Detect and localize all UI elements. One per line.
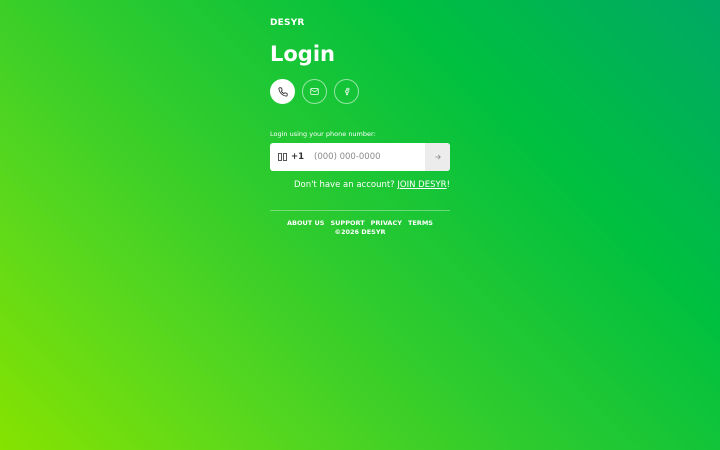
country-code[interactable]: +1 [291,152,304,162]
submit-button[interactable] [425,143,450,171]
phone-field: +1 [270,143,450,171]
mail-icon [310,88,319,95]
signup-suffix: ! [446,180,450,190]
footer-link-about[interactable]: ABOUT US [287,219,324,227]
footer-divider [270,210,450,211]
facebook-icon [344,87,349,96]
signup-prompt: Don't have an account? JOIN DESYR! [294,180,450,190]
copyright: ©2026 DESYR [334,228,386,236]
footer-link-privacy[interactable]: PRIVACY [371,219,402,227]
signup-text: Don't have an account? [293,180,398,190]
phone-login-button[interactable] [270,79,295,104]
arrow-right-icon [434,154,441,160]
login-method-switcher [270,79,359,104]
footer-link-support[interactable]: SUPPORT [330,219,364,227]
brand-logo[interactable]: DESYR [270,18,305,28]
phone-input[interactable] [314,152,425,162]
footer-link-terms[interactable]: TERMS [408,219,433,227]
facebook-login-button[interactable] [334,79,359,104]
phone-login-label: Login using your phone number: [270,130,376,138]
email-login-button[interactable] [302,79,327,104]
page-title: Login [270,42,335,66]
join-link[interactable]: JOIN DESYR [397,180,446,190]
flag-icon[interactable] [278,153,287,161]
footer-nav: ABOUT US SUPPORT PRIVACY TERMS [270,219,450,227]
phone-icon [277,86,288,97]
